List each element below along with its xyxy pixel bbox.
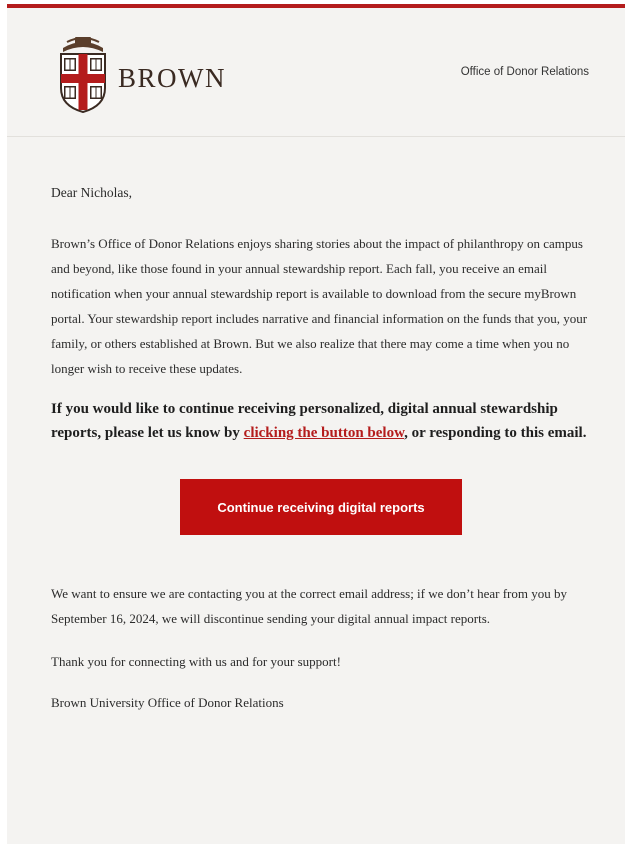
- email-frame: BROWN Office of Donor Relations Dear Nic…: [7, 4, 625, 844]
- greeting: Dear Nicholas,: [51, 185, 132, 200]
- email-header: BROWN Office of Donor Relations: [7, 8, 625, 137]
- email-body: Dear Nicholas, Brown’s Office of Donor R…: [51, 183, 591, 714]
- thank-you-paragraph: Thank you for connecting with us and for…: [51, 654, 341, 669]
- intro-paragraph: Brown’s Office of Donor Relations enjoys…: [51, 236, 588, 376]
- clicking-button-link[interactable]: clicking the button below: [244, 425, 404, 441]
- brown-university-shield-icon: [60, 37, 106, 114]
- signature: Brown University Office of Donor Relatio…: [51, 695, 284, 710]
- cta-wrap: Continue receiving digital reports: [51, 479, 591, 535]
- call-to-action-text: If you would like to continue receiving …: [51, 397, 591, 445]
- office-label: Office of Donor Relations: [460, 66, 589, 78]
- brand-wordmark: BROWN: [118, 62, 226, 93]
- continue-receiving-button[interactable]: Continue receiving digital reports: [180, 479, 462, 535]
- deadline-paragraph: We want to ensure we are contacting you …: [51, 586, 567, 626]
- cta-text-outro: , or responding to this email.: [404, 425, 587, 441]
- brown-logo[interactable]: BROWN: [57, 34, 226, 114]
